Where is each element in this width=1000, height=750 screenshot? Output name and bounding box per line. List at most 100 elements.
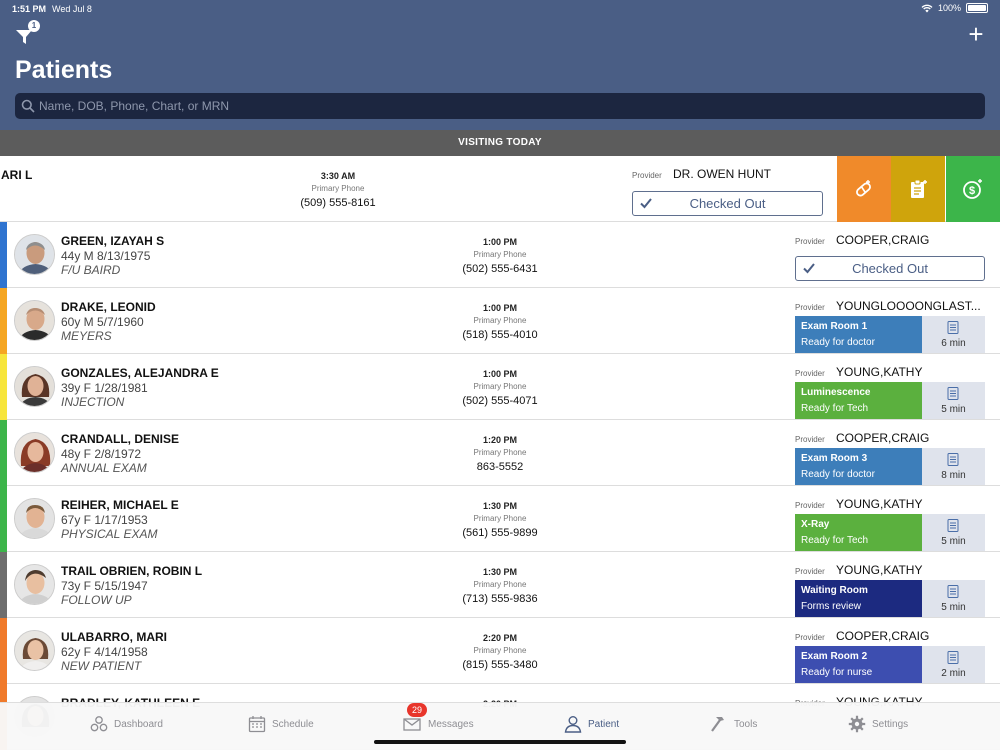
room-name: Exam Room 1 bbox=[801, 321, 868, 332]
wait-time-box[interactable]: 6 min bbox=[922, 316, 985, 353]
avatar bbox=[14, 630, 55, 671]
patient-name: REIHER, MICHAEL E bbox=[61, 498, 179, 512]
section-header: VISITING TODAY bbox=[0, 130, 1000, 156]
avatar bbox=[14, 300, 55, 341]
appointment-time: 1:30 PM bbox=[482, 501, 517, 511]
provider-label: Provider bbox=[795, 237, 825, 246]
search-input[interactable] bbox=[39, 99, 939, 113]
patient-name: GREEN, IZAYAH S bbox=[61, 234, 165, 248]
visit-reason: PHYSICAL EXAM bbox=[61, 527, 158, 541]
appointment-time: 1:00 PM bbox=[482, 303, 517, 313]
room-status-box[interactable]: Exam Room 1 Ready for doctor bbox=[795, 316, 922, 353]
status-color-bar bbox=[0, 552, 7, 618]
document-icon bbox=[947, 519, 959, 532]
add-patient-button[interactable]: + bbox=[966, 21, 986, 47]
appointment-time: 1:00 PM bbox=[482, 237, 517, 247]
status-color-bar bbox=[0, 354, 7, 420]
wait-time-box[interactable]: 5 min bbox=[922, 580, 985, 617]
document-icon bbox=[947, 651, 959, 664]
room-status: Forms review bbox=[801, 601, 862, 612]
dashboard-icon bbox=[90, 716, 108, 732]
patient-demographics: 44y M 8/13/1975 bbox=[61, 249, 151, 263]
patient-phone: (815) 555-3480 bbox=[462, 659, 538, 671]
tab-tools[interactable]: Tools bbox=[710, 712, 757, 736]
phone-label: Primary Phone bbox=[473, 646, 527, 655]
provider-label: Provider bbox=[795, 303, 825, 312]
search-bar[interactable] bbox=[15, 93, 985, 119]
patient-row[interactable]: ULABARRO, MARI 62y F 4/14/1958 NEW PATIE… bbox=[0, 618, 1000, 684]
room-status-box[interactable]: Waiting Room Forms review bbox=[795, 580, 922, 617]
visit-reason: ANNUAL EXAM bbox=[61, 461, 147, 475]
patient-row-swiped[interactable]: ARI L 3:30 AM Primary Phone (509) 555-81… bbox=[0, 156, 1000, 222]
visit-reason: F/U BAIRD bbox=[61, 263, 121, 277]
provider-label: Provider bbox=[795, 435, 825, 444]
patient-phone: 863-5552 bbox=[476, 461, 524, 473]
room-status-box[interactable]: Exam Room 3 Ready for doctor bbox=[795, 448, 922, 485]
wait-time: 2 min bbox=[941, 668, 966, 679]
provider-label: Provider bbox=[795, 369, 825, 378]
home-indicator bbox=[374, 740, 626, 744]
patient-phone: (509) 555-8161 bbox=[300, 197, 376, 209]
tab-patient[interactable]: Patient bbox=[564, 712, 619, 736]
phone-label: Primary Phone bbox=[473, 514, 527, 523]
provider-label: Provider bbox=[795, 567, 825, 576]
avatar bbox=[14, 498, 55, 539]
medications-action-button[interactable] bbox=[837, 156, 891, 222]
patient-row[interactable]: TRAIL OBRIEN, ROBIN L 73y F 5/15/1947 FO… bbox=[0, 552, 1000, 618]
checkmark-icon bbox=[803, 263, 815, 274]
document-icon bbox=[947, 585, 959, 598]
provider-name: YOUNGLOOOONGLAST... bbox=[836, 299, 981, 313]
wait-time: 8 min bbox=[941, 470, 966, 481]
person-icon bbox=[564, 716, 582, 733]
provider-label: Provider bbox=[795, 501, 825, 510]
patient-row[interactable]: CRANDALL, DENISE 48y F 2/8/1972 ANNUAL E… bbox=[0, 420, 1000, 486]
wait-time-box[interactable]: 8 min bbox=[922, 448, 985, 485]
status-color-bar bbox=[0, 618, 7, 684]
search-icon bbox=[21, 99, 35, 113]
tab-settings[interactable]: Settings bbox=[848, 712, 908, 736]
tab-schedule[interactable]: Schedule bbox=[248, 712, 314, 736]
status-color-bar bbox=[0, 288, 7, 354]
clipboard-action-button[interactable] bbox=[891, 156, 945, 222]
patient-row[interactable]: GREEN, IZAYAH S 44y M 8/13/1975 F/U BAIR… bbox=[0, 222, 1000, 288]
document-icon bbox=[947, 321, 959, 334]
phone-label: Primary Phone bbox=[473, 316, 527, 325]
room-status-box[interactable]: X-Ray Ready for Tech bbox=[795, 514, 922, 551]
payment-action-button[interactable]: $ bbox=[946, 156, 1000, 222]
provider-name: COOPER,CRAIG bbox=[836, 629, 930, 643]
filter-badge: 1 bbox=[28, 20, 40, 32]
status-right: 100% bbox=[921, 3, 988, 13]
room-name: Exam Room 3 bbox=[801, 453, 868, 464]
patient-row[interactable]: REIHER, MICHAEL E 67y F 1/17/1953 PHYSIC… bbox=[0, 486, 1000, 552]
appointment-time: 1:30 PM bbox=[482, 567, 517, 577]
room-status-box[interactable]: Exam Room 2 Ready for nurse bbox=[795, 646, 922, 683]
checked-out-status[interactable]: Checked Out bbox=[632, 191, 823, 216]
appointment-time: 3:30 AM bbox=[320, 171, 356, 181]
status-date: Wed Jul 8 bbox=[52, 4, 92, 14]
tab-dashboard[interactable]: Dashboard bbox=[90, 712, 163, 736]
patient-phone: (713) 555-9836 bbox=[462, 593, 538, 605]
room-status: Ready for Tech bbox=[801, 403, 869, 414]
hammer-icon bbox=[711, 717, 724, 732]
patient-row[interactable]: DRAKE, LEONID 60y M 5/7/1960 MEYERS 1:00… bbox=[0, 288, 1000, 354]
wait-time-box[interactable]: 5 min bbox=[922, 514, 985, 551]
avatar bbox=[14, 366, 55, 407]
dollar-icon: $ bbox=[963, 179, 982, 199]
tab-label: Patient bbox=[588, 718, 620, 730]
room-name: X-Ray bbox=[801, 519, 830, 530]
wait-time: 5 min bbox=[941, 404, 966, 415]
appointment-time: 1:00 PM bbox=[482, 369, 517, 379]
checked-out-label: Checked Out bbox=[852, 261, 928, 276]
provider-name: COOPER,CRAIG bbox=[836, 431, 930, 445]
room-status-box[interactable]: Luminescence Ready for Tech bbox=[795, 382, 922, 419]
patient-row[interactable]: GONZALES, ALEJANDRA E 39y F 1/28/1981 IN… bbox=[0, 354, 1000, 420]
avatar bbox=[14, 234, 55, 275]
checkmark-icon bbox=[640, 198, 652, 209]
tab-label: Tools bbox=[734, 718, 758, 730]
provider-name: COOPER,CRAIG bbox=[836, 233, 930, 247]
wait-time: 5 min bbox=[941, 536, 966, 547]
wait-time-box[interactable]: 2 min bbox=[922, 646, 985, 683]
wait-time-box[interactable]: 5 min bbox=[922, 382, 985, 419]
phone-label: Primary Phone bbox=[473, 448, 527, 457]
checked-out-status[interactable]: Checked Out bbox=[795, 256, 985, 281]
